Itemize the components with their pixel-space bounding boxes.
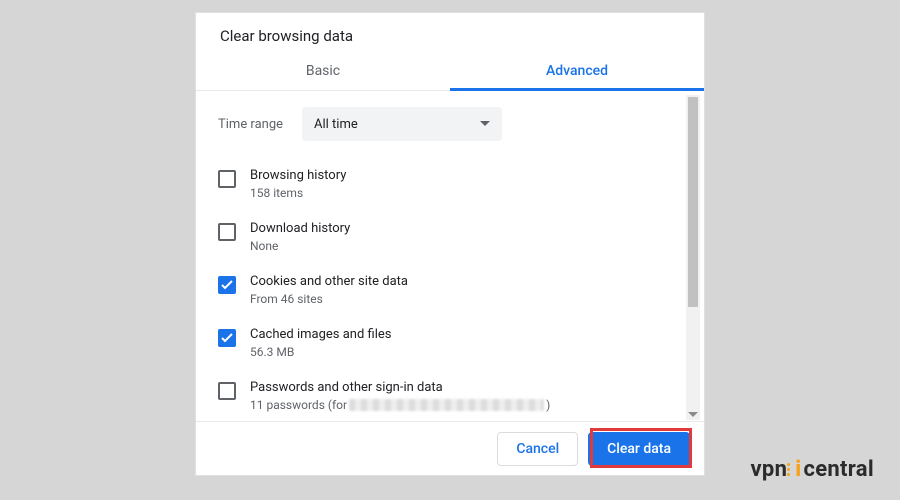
chevron-down-icon xyxy=(480,121,490,127)
checkbox-cached[interactable] xyxy=(218,329,236,347)
tab-basic[interactable]: Basic xyxy=(196,53,450,90)
scroll-area: Time range All time Browsing history 158… xyxy=(196,91,704,426)
tab-basic-label: Basic xyxy=(306,63,340,79)
list-item[interactable]: Browsing history 158 items xyxy=(214,159,694,212)
dialog-title: Clear browsing data xyxy=(196,13,704,53)
checkbox-passwords[interactable] xyxy=(218,382,236,400)
item-label: Cached images and files xyxy=(250,326,391,344)
item-label: Browsing history xyxy=(250,167,346,185)
item-label: Passwords and other sign-in data xyxy=(250,379,550,397)
time-range-row: Time range All time xyxy=(214,107,694,141)
time-range-select[interactable]: All time xyxy=(302,107,502,141)
checkbox-download-history[interactable] xyxy=(218,223,236,241)
scrollbar-down-icon[interactable] xyxy=(688,412,698,417)
item-sub: None xyxy=(250,238,350,254)
scrollbar-thumb[interactable] xyxy=(688,97,698,307)
checkbox-browsing-history[interactable] xyxy=(218,170,236,188)
item-sub: 158 items xyxy=(250,185,346,201)
item-label: Cookies and other site data xyxy=(250,273,408,291)
item-sub-prefix: 11 passwords (for xyxy=(250,397,347,413)
clear-browsing-data-dialog: Clear browsing data Basic Advanced Time … xyxy=(195,12,705,476)
watermark: vpn i central xyxy=(750,457,874,482)
item-sub: 56.3 MB xyxy=(250,344,391,360)
time-range-label: Time range xyxy=(218,117,290,132)
checkbox-cookies[interactable] xyxy=(218,276,236,294)
tab-advanced[interactable]: Advanced xyxy=(450,53,704,90)
cancel-button-label: Cancel xyxy=(516,441,559,457)
list-item[interactable]: Cookies and other site data From 46 site… xyxy=(214,265,694,318)
item-sub: 11 passwords (for ) xyxy=(250,397,550,413)
watermark-left: vpn xyxy=(750,457,787,482)
redacted-text xyxy=(349,399,544,411)
list-item[interactable]: Cached images and files 56.3 MB xyxy=(214,318,694,371)
item-sub-suffix: ) xyxy=(546,397,550,413)
time-range-value: All time xyxy=(314,117,358,132)
scroll-content: Time range All time Browsing history 158… xyxy=(196,91,704,426)
list-item[interactable]: Passwords and other sign-in data 11 pass… xyxy=(214,371,694,424)
tabs: Basic Advanced xyxy=(196,53,704,91)
watermark-dots-icon xyxy=(787,463,790,476)
dialog-footer: Cancel Clear data xyxy=(196,421,704,475)
clear-data-button[interactable]: Clear data xyxy=(588,432,690,466)
watermark-i-icon: i xyxy=(793,457,803,482)
item-sub: From 46 sites xyxy=(250,291,408,307)
watermark-right: central xyxy=(803,457,874,482)
tab-advanced-label: Advanced xyxy=(546,63,608,79)
scrollbar[interactable] xyxy=(686,95,700,420)
cancel-button[interactable]: Cancel xyxy=(497,432,578,466)
list-item[interactable]: Download history None xyxy=(214,212,694,265)
item-label: Download history xyxy=(250,220,350,238)
clear-data-button-label: Clear data xyxy=(607,441,671,457)
